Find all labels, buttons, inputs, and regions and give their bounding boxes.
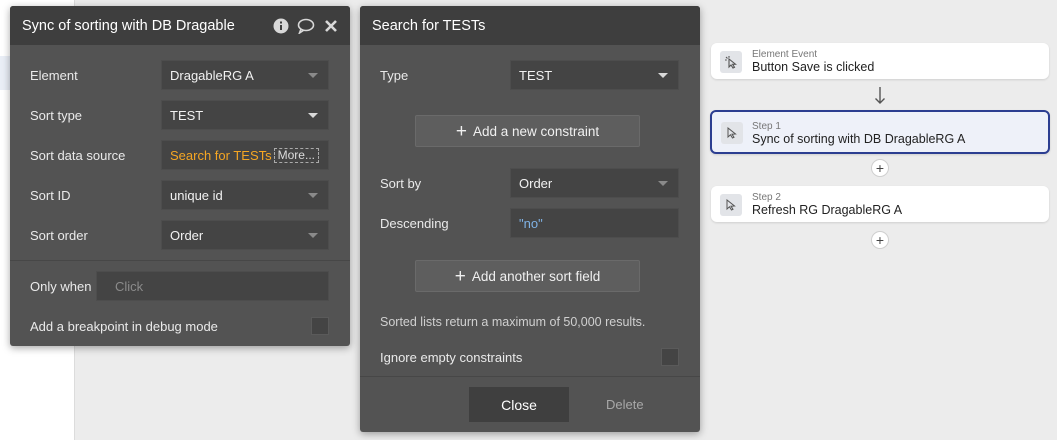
row-descending: Descending "no"	[360, 208, 700, 238]
plus-icon: +	[875, 232, 885, 248]
add-step-button[interactable]: +	[871, 231, 889, 249]
chevron-down-icon	[308, 73, 318, 78]
row-sort-id: Sort ID unique id	[10, 180, 350, 210]
info-icon[interactable]	[272, 17, 290, 35]
sort-data-source-value[interactable]: Search for TESTs	[170, 148, 272, 163]
row-type: Type TEST	[360, 60, 700, 90]
cursor-icon	[721, 122, 743, 144]
element-value: DragableRG A	[170, 67, 254, 83]
add-step-button[interactable]: +	[871, 159, 889, 177]
max-results-note: Sorted lists return a maximum of 50,000 …	[380, 315, 646, 329]
event-type-label: Element Event	[752, 49, 818, 60]
plus-icon: +	[454, 265, 466, 287]
type-label: Type	[380, 67, 409, 83]
breakpoint-checkbox[interactable]	[311, 317, 329, 335]
step-2-label: Step 2	[752, 192, 781, 203]
ignore-empty-label: Ignore empty constraints	[380, 349, 523, 365]
type-value: TEST	[519, 67, 553, 83]
event-name: Button Save is clicked	[752, 60, 875, 74]
type-dropdown[interactable]: TEST	[510, 60, 679, 90]
only-when-placeholder: Click	[115, 278, 144, 294]
add-constraint-label: Add a new constraint	[473, 123, 600, 139]
sort-by-label: Sort by	[380, 175, 422, 191]
row-sort-by: Sort by Order	[360, 168, 700, 198]
sort-type-value: TEST	[170, 107, 204, 123]
row-sort-type: Sort type TEST	[10, 100, 350, 130]
comment-icon[interactable]	[297, 17, 315, 35]
chevron-down-icon	[658, 73, 668, 78]
row-ignore-empty: Ignore empty constraints	[360, 342, 700, 372]
step-1-name: Sync of sorting with DB DragableRG A	[752, 132, 966, 146]
sort-type-label: Sort type	[30, 107, 83, 123]
action-properties-panel: Sync of sorting with DB Dragable Element…	[10, 6, 350, 346]
divider	[10, 260, 350, 261]
pointer-sparkle-icon	[720, 51, 742, 73]
search-panel: Search for TESTs Type TEST + Add a new c…	[360, 6, 700, 432]
row-sort-data-source: Sort data source Search for TESTs More..…	[10, 140, 350, 170]
sort-data-source-label: Sort data source	[30, 147, 126, 163]
close-icon[interactable]	[322, 17, 340, 35]
close-button[interactable]: Close	[469, 387, 569, 422]
search-panel-header[interactable]: Search for TESTs	[360, 6, 700, 45]
plus-icon: +	[455, 120, 468, 142]
workflow-step-2-card[interactable]: Step 2 Refresh RG DragableRG A	[711, 186, 1049, 222]
step-2-name: Refresh RG DragableRG A	[752, 203, 903, 217]
sort-by-value: Order	[519, 175, 553, 191]
step-1-label: Step 1	[752, 121, 781, 132]
delete-button[interactable]: Delete	[606, 397, 644, 412]
sort-order-dropdown[interactable]: Order	[161, 220, 329, 250]
sort-order-value: Order	[170, 227, 204, 243]
sort-type-dropdown[interactable]: TEST	[161, 100, 329, 130]
sort-data-source-expression[interactable]: Search for TESTs More...	[161, 140, 329, 170]
add-sort-field-label: Add another sort field	[471, 268, 601, 284]
sort-id-value: unique id	[170, 187, 223, 203]
workflow-event-card[interactable]: Element Event Button Save is clicked	[711, 43, 1049, 79]
sort-id-dropdown[interactable]: unique id	[161, 180, 329, 210]
ignore-empty-checkbox[interactable]	[661, 348, 679, 366]
divider	[360, 376, 700, 377]
chevron-down-icon	[658, 181, 668, 186]
workflow-step-1-card[interactable]: Step 1 Sync of sorting with DB DragableR…	[710, 110, 1050, 154]
panel-title: Sync of sorting with DB Dragable	[22, 17, 235, 34]
add-sort-field-button[interactable]: + Add another sort field	[415, 260, 640, 292]
sort-id-label: Sort ID	[30, 187, 71, 203]
descending-label: Descending	[380, 215, 449, 231]
row-breakpoint: Add a breakpoint in debug mode	[10, 311, 350, 341]
row-element: Element DragableRG A	[10, 60, 350, 90]
only-when-label: Only when	[30, 278, 92, 294]
more-button[interactable]: More...	[273, 147, 319, 163]
breakpoint-label: Add a breakpoint in debug mode	[30, 318, 218, 334]
chevron-down-icon	[308, 113, 318, 118]
chevron-down-icon	[308, 193, 318, 198]
add-constraint-button[interactable]: + Add a new constraint	[415, 115, 640, 147]
sort-by-dropdown[interactable]: Order	[510, 168, 679, 198]
plus-icon: +	[875, 160, 885, 176]
arrow-down-icon	[874, 86, 886, 109]
descending-input[interactable]: "no"	[510, 208, 679, 238]
row-sort-order: Sort order Order	[10, 220, 350, 250]
panel-header[interactable]: Sync of sorting with DB Dragable	[10, 6, 350, 45]
cursor-icon	[720, 194, 742, 216]
row-only-when: Only when Click	[10, 271, 350, 301]
descending-value: "no"	[519, 215, 543, 231]
sort-order-label: Sort order	[30, 227, 88, 243]
only-when-input[interactable]: Click	[96, 271, 329, 301]
chevron-down-icon	[308, 233, 318, 238]
element-label: Element	[30, 67, 78, 83]
search-panel-title: Search for TESTs	[372, 17, 486, 34]
element-dropdown[interactable]: DragableRG A	[161, 60, 329, 90]
